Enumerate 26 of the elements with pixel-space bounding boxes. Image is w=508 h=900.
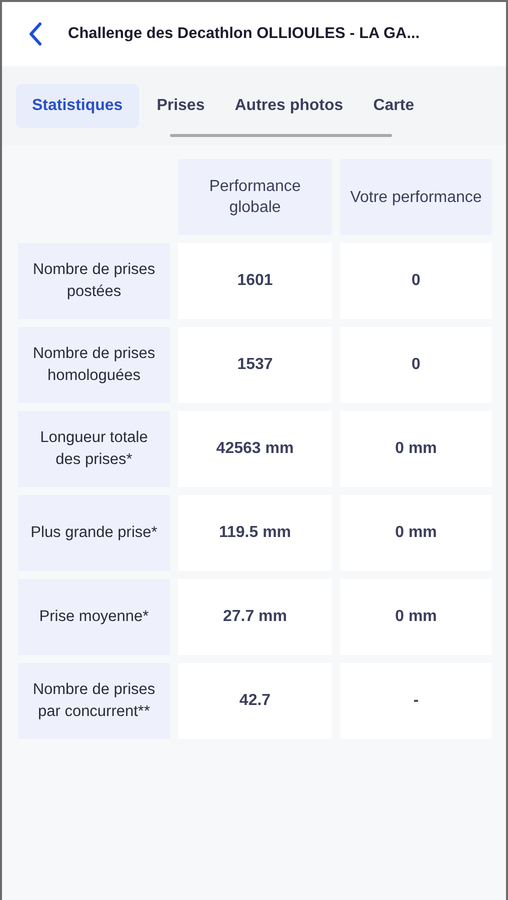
table-cell: 42.7: [178, 663, 332, 739]
column-header: Performance globale: [178, 159, 332, 235]
table-cell: 0 mm: [340, 495, 492, 571]
row-label: Nombre de prises postées: [18, 243, 170, 319]
table-cell: 0 mm: [340, 411, 492, 487]
header-title: Challenge des Decathlon OLLIOULES - LA GA...: [68, 24, 420, 44]
table-cell: 42563 mm: [178, 411, 332, 487]
table-cell: 119.5 mm: [178, 495, 332, 571]
table-cell: 1601: [178, 243, 332, 319]
table-cell: 27.7 mm: [178, 579, 332, 655]
row-label: Longueur totale des prises*: [18, 411, 170, 487]
row-label: Prise moyenne*: [18, 579, 170, 655]
back-icon[interactable]: [28, 22, 42, 46]
table-cell: 0: [340, 243, 492, 319]
row-label: Plus grande prise*: [18, 495, 170, 571]
row-label: Nombre de prises homologuées: [18, 327, 170, 403]
column-header: Votre performance: [340, 159, 492, 235]
table-cell: 0 mm: [340, 579, 492, 655]
table-cell: 0: [340, 327, 492, 403]
table-cell: -: [340, 663, 492, 739]
row-label: Nombre de prises par concurrent**: [18, 663, 170, 739]
table-cell: 1537: [178, 327, 332, 403]
tab[interactable]: Carte: [361, 84, 426, 128]
tab[interactable]: Statistiques: [16, 84, 139, 128]
tab[interactable]: Prises: [144, 84, 217, 128]
tab[interactable]: Autres photos: [222, 84, 356, 128]
